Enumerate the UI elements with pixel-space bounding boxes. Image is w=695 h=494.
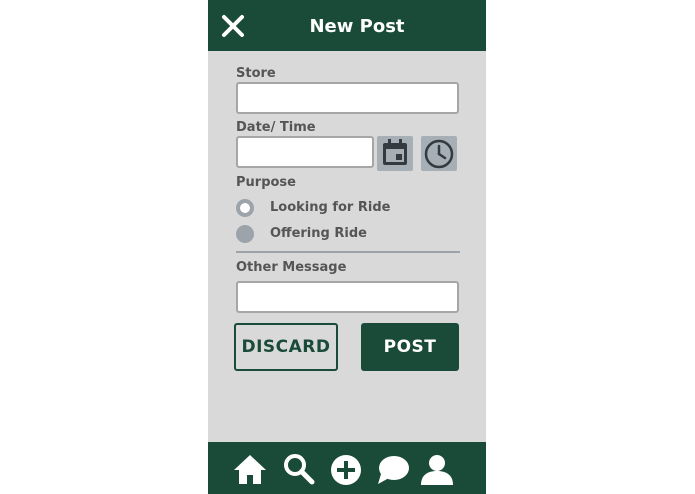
profile-icon [421, 455, 453, 485]
nav-profile[interactable] [419, 452, 455, 486]
discard-button[interactable]: DISCARD [234, 323, 338, 371]
radio-label: Offering Ride [270, 226, 367, 241]
radio-label: Looking for Ride [270, 200, 391, 215]
datetime-input[interactable] [236, 136, 374, 168]
divider [236, 251, 460, 253]
chat-icon [378, 456, 409, 484]
store-input[interactable] [236, 82, 459, 114]
radio-button[interactable] [236, 199, 254, 217]
search-icon [284, 454, 315, 485]
nav-add[interactable] [328, 452, 364, 486]
time-picker-button[interactable] [421, 136, 457, 171]
purpose-label: Purpose [236, 175, 296, 190]
page-title: New Post [309, 16, 405, 37]
other-message-label: Other Message [236, 260, 347, 275]
radio-button[interactable] [236, 225, 254, 243]
app-header: New Post [208, 0, 486, 51]
nav-messages[interactable] [375, 452, 411, 486]
add-icon [331, 455, 361, 485]
date-picker-button[interactable] [377, 136, 413, 171]
nav-home[interactable] [232, 452, 268, 486]
post-button[interactable]: POST [361, 323, 459, 371]
nav-search[interactable] [281, 452, 317, 486]
clock-icon [424, 139, 454, 169]
bottom-nav [208, 442, 486, 494]
datetime-label: Date/ Time [236, 120, 316, 135]
calendar-icon [383, 139, 407, 165]
other-message-input[interactable] [236, 281, 459, 313]
home-icon [234, 455, 266, 484]
phone-screen: New Post Store Date/ Time Purpose Lookin… [208, 0, 486, 494]
store-label: Store [236, 66, 276, 81]
